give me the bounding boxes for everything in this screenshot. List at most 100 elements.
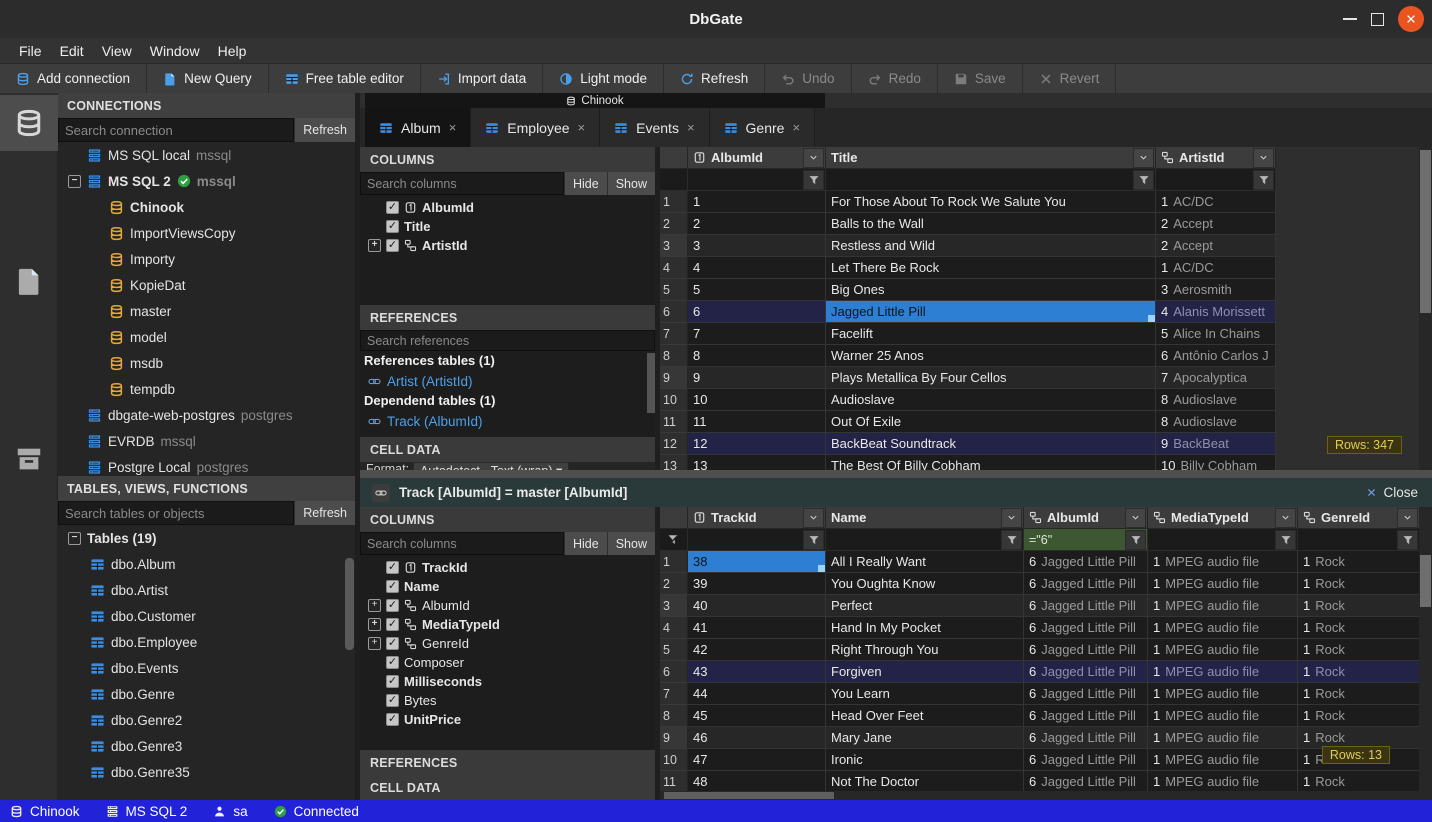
tab-close-icon[interactable]: × xyxy=(578,120,586,135)
cell-album[interactable]: 6Jagged Little Pill xyxy=(1024,683,1148,705)
column-header-albumid[interactable]: AlbumId xyxy=(1024,507,1148,529)
cell-trackid[interactable]: 48 xyxy=(688,771,826,793)
toolbar-refresh-button[interactable]: Refresh xyxy=(664,64,765,93)
menu-file[interactable]: File xyxy=(10,38,51,64)
search-columns-input[interactable] xyxy=(360,532,564,555)
cell-id[interactable]: 11 xyxy=(688,411,826,433)
cell-genre[interactable]: 1Rock xyxy=(1298,661,1420,683)
column-item-genreid[interactable]: +✓GenreId xyxy=(360,634,655,653)
connection-item-kopiedat[interactable]: KopieDat xyxy=(58,272,355,298)
close-reference-button[interactable]: Close xyxy=(1366,485,1418,500)
cell-id[interactable]: 9 xyxy=(688,367,826,389)
cell-name[interactable]: Ironic xyxy=(826,749,1024,771)
status-ms-sql-2[interactable]: MS SQL 2 xyxy=(106,804,188,819)
cell-media[interactable]: 1MPEG audio file xyxy=(1148,595,1298,617)
menu-help[interactable]: Help xyxy=(209,38,256,64)
filter-input-genreid[interactable] xyxy=(1298,529,1397,550)
cell-artist[interactable]: 2Accept xyxy=(1156,213,1276,235)
expander-icon[interactable]: − xyxy=(68,175,81,188)
tab-events[interactable]: Events× xyxy=(600,108,709,147)
toolbar-import-data-button[interactable]: Import data xyxy=(421,64,543,93)
connection-item-ms-sql-2[interactable]: −MS SQL 2mssql xyxy=(58,168,355,194)
checkbox[interactable]: ✓ xyxy=(386,694,399,707)
cell-name[interactable]: Not The Doctor xyxy=(826,771,1024,793)
column-item-milliseconds[interactable]: ✓Milliseconds xyxy=(360,672,655,691)
hide-button[interactable]: Hide xyxy=(564,532,607,555)
expander-icon[interactable]: + xyxy=(368,618,381,631)
cell-id[interactable]: 6 xyxy=(688,301,826,323)
cell-id[interactable]: 5 xyxy=(688,279,826,301)
cell-title[interactable]: Out Of Exile xyxy=(826,411,1156,433)
cell-album[interactable]: 6Jagged Little Pill xyxy=(1024,661,1148,683)
cell-artist[interactable]: 3Aerosmith xyxy=(1156,279,1276,301)
cell-id[interactable]: 12 xyxy=(688,433,826,455)
cell-title[interactable]: Audioslave xyxy=(826,389,1156,411)
cell-trackid[interactable]: 38 xyxy=(688,551,826,573)
table-item-dbo-employee[interactable]: dbo.Employee xyxy=(58,629,355,655)
cell-id[interactable]: 1 xyxy=(688,191,826,213)
cell-media[interactable]: 1MPEG audio file xyxy=(1148,749,1298,771)
cell-trackid[interactable]: 45 xyxy=(688,705,826,727)
cell-trackid[interactable]: 47 xyxy=(688,749,826,771)
column-item-name[interactable]: ✓Name xyxy=(360,577,655,596)
cell-album[interactable]: 6Jagged Little Pill xyxy=(1024,551,1148,573)
search-references-input[interactable] xyxy=(360,330,655,351)
connection-item-importy[interactable]: Importy xyxy=(58,246,355,272)
strip-item-archive[interactable] xyxy=(0,431,58,487)
cell-genre[interactable]: 1Rock xyxy=(1298,595,1420,617)
cell-album[interactable]: 6Jagged Little Pill xyxy=(1024,639,1148,661)
search-columns-input[interactable] xyxy=(360,172,564,195)
column-item-composer[interactable]: ✓Composer xyxy=(360,653,655,672)
cell-title[interactable]: Restless and Wild xyxy=(826,235,1156,257)
status-connected[interactable]: Connected xyxy=(274,804,359,819)
cell-media[interactable]: 1MPEG audio file xyxy=(1148,705,1298,727)
cell-trackid[interactable]: 39 xyxy=(688,573,826,595)
cell-name[interactable]: Mary Jane xyxy=(826,727,1024,749)
cell-artist[interactable]: 7Apocalyptica xyxy=(1156,367,1276,389)
cell-artist[interactable]: 8Audioslave xyxy=(1156,389,1276,411)
filter-button[interactable] xyxy=(803,530,824,550)
cell-id[interactable]: 3 xyxy=(688,235,826,257)
cell-trackid[interactable]: 40 xyxy=(688,595,826,617)
cell-artist[interactable]: 1AC/DC xyxy=(1156,191,1276,213)
column-item-unitprice[interactable]: ✓UnitPrice xyxy=(360,710,655,729)
checkbox[interactable]: ✓ xyxy=(386,220,399,233)
column-menu-button[interactable] xyxy=(1133,148,1154,168)
checkbox[interactable]: ✓ xyxy=(386,580,399,593)
filter-button[interactable] xyxy=(1253,170,1274,190)
cell-artist[interactable]: 10Billy Cobham xyxy=(1156,455,1276,470)
column-menu-button[interactable] xyxy=(1275,508,1296,528)
hide-button[interactable]: Hide xyxy=(564,172,607,195)
toolbar-new-query-button[interactable]: New Query xyxy=(147,64,269,93)
search-connection-input[interactable] xyxy=(58,118,294,142)
horizontal-splitter[interactable] xyxy=(360,470,1432,478)
column-item-bytes[interactable]: ✓Bytes xyxy=(360,691,655,710)
dependent-link[interactable]: Track (AlbumId) xyxy=(360,411,655,431)
toolbar-add-connection-button[interactable]: Add connection xyxy=(0,64,147,93)
connection-item-tempdb[interactable]: tempdb xyxy=(58,376,355,402)
column-menu-button[interactable] xyxy=(803,508,824,528)
filter-button[interactable] xyxy=(1133,170,1154,190)
cell-name[interactable]: Forgiven xyxy=(826,661,1024,683)
tables-refresh-button[interactable]: Refresh xyxy=(294,501,355,525)
cell-genre[interactable]: 1Rock xyxy=(1298,551,1420,573)
expander-icon[interactable]: + xyxy=(368,637,381,650)
filter-input-albumid[interactable] xyxy=(1024,529,1125,550)
connection-item-chinook[interactable]: Chinook xyxy=(58,194,355,220)
cell-media[interactable]: 1MPEG audio file xyxy=(1148,551,1298,573)
column-menu-button[interactable] xyxy=(1125,508,1146,528)
connection-item-postgre-local[interactable]: Postgre Localpostgres xyxy=(58,454,355,476)
tab-close-icon[interactable]: × xyxy=(687,120,695,135)
search-tables-input[interactable] xyxy=(58,501,294,525)
connection-item-model[interactable]: model xyxy=(58,324,355,350)
cell-genre[interactable]: 1Rock xyxy=(1298,639,1420,661)
cell-album[interactable]: 6Jagged Little Pill xyxy=(1024,595,1148,617)
menu-view[interactable]: View xyxy=(93,38,141,64)
sidebar-scrollbar[interactable] xyxy=(345,558,354,650)
cell-media[interactable]: 1MPEG audio file xyxy=(1148,771,1298,793)
filter-input-mediatypeid[interactable] xyxy=(1148,529,1275,550)
table-item-dbo-genre35[interactable]: dbo.Genre35 xyxy=(58,759,355,785)
tables-group[interactable]: −Tables (19) xyxy=(58,525,355,551)
cell-title[interactable]: Let There Be Rock xyxy=(826,257,1156,279)
checkbox[interactable]: ✓ xyxy=(386,637,399,650)
